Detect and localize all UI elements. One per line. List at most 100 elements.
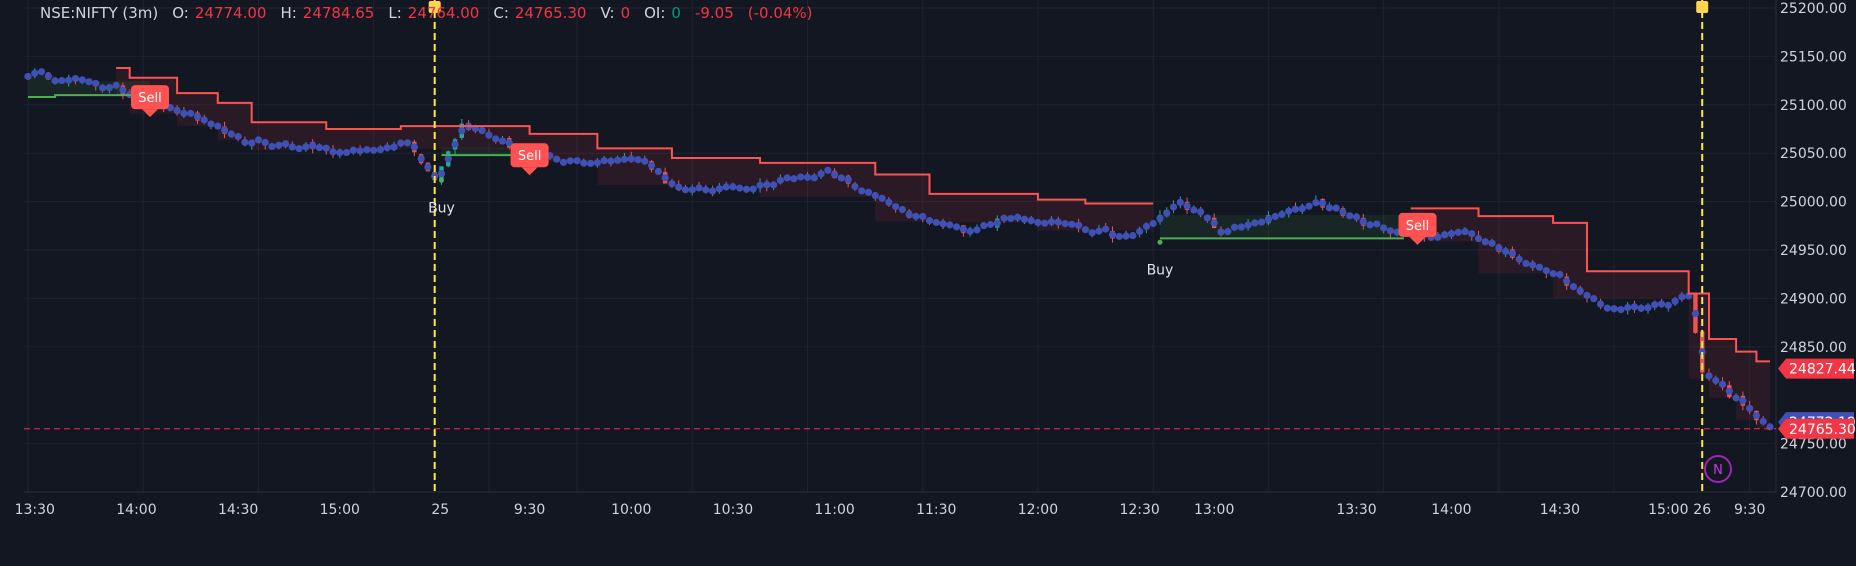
ma-dot bbox=[24, 72, 32, 81]
ma-dot bbox=[1461, 227, 1469, 236]
ma-dot bbox=[681, 186, 690, 194]
ma-dot bbox=[1000, 214, 1008, 222]
ma-dot bbox=[1176, 198, 1184, 206]
ma-dot bbox=[1725, 387, 1733, 395]
ma-dot bbox=[627, 155, 635, 163]
ma-dot bbox=[736, 184, 744, 192]
price-tick-label: 25000.00 bbox=[1780, 195, 1847, 211]
ma-dot bbox=[1163, 209, 1171, 217]
time-tick-label: 13:00 bbox=[1194, 502, 1234, 518]
ma-dot bbox=[37, 68, 46, 76]
ma-dot bbox=[65, 76, 73, 84]
ma-dot bbox=[1319, 199, 1327, 207]
low-label: L: bbox=[388, 4, 402, 22]
ma-dot bbox=[1230, 223, 1239, 231]
ma-dot bbox=[661, 174, 669, 182]
ma-dot bbox=[1122, 232, 1130, 240]
buy-dot bbox=[1157, 239, 1163, 245]
ma-dot bbox=[993, 219, 1001, 227]
ma-dot bbox=[803, 173, 812, 181]
ma-dot bbox=[1068, 220, 1076, 228]
ma-dot bbox=[1576, 287, 1584, 295]
ma-dot bbox=[885, 198, 893, 206]
low-value: 24764.00 bbox=[407, 4, 480, 22]
ma-dot bbox=[1061, 220, 1069, 228]
ma-dot bbox=[1142, 222, 1151, 230]
ma-dot bbox=[214, 122, 222, 130]
ma-dot bbox=[912, 212, 920, 220]
price-tick-label: 24950.00 bbox=[1780, 243, 1847, 259]
ma-dot bbox=[898, 205, 906, 214]
ma-dot bbox=[817, 170, 825, 178]
ma-dot bbox=[1468, 230, 1476, 238]
ma-dot bbox=[1746, 404, 1754, 412]
ma-dot bbox=[234, 132, 242, 141]
buy-label: Buy bbox=[1147, 262, 1174, 278]
ma-dot bbox=[1156, 214, 1164, 223]
ma-dot bbox=[905, 210, 913, 218]
ma-dot bbox=[1271, 212, 1279, 221]
ma-dot bbox=[702, 186, 710, 194]
ma-dot bbox=[275, 141, 283, 149]
time-tick-label: 14:00 bbox=[1431, 502, 1471, 518]
open-value: 24774.00 bbox=[194, 4, 267, 22]
ma-dot bbox=[1258, 218, 1266, 226]
ma-dot bbox=[1617, 306, 1625, 314]
ma-dot bbox=[729, 183, 737, 191]
open-label: O: bbox=[172, 4, 189, 22]
resistance-band-fill bbox=[1586, 271, 1689, 299]
ma-dot bbox=[1718, 380, 1727, 388]
ma-dot bbox=[302, 143, 310, 151]
price-tick-label: 25050.00 bbox=[1780, 146, 1847, 162]
ma-dot bbox=[1705, 372, 1713, 380]
ma-dot bbox=[1129, 231, 1137, 240]
ma-dot bbox=[614, 156, 622, 164]
ma-dot bbox=[248, 139, 256, 147]
ma-dot bbox=[363, 146, 371, 154]
ma-dot bbox=[1041, 219, 1049, 227]
ma-dot bbox=[1210, 219, 1218, 227]
ma-dot bbox=[620, 155, 629, 163]
time-tick-label: 15:00 bbox=[320, 502, 360, 518]
ma-dot bbox=[261, 138, 269, 147]
sell-label: Sell bbox=[518, 149, 541, 164]
ma-dot bbox=[309, 141, 317, 150]
price-tick-label: 25200.00 bbox=[1780, 1, 1847, 17]
ma-dot bbox=[668, 180, 676, 188]
ma-dot bbox=[675, 183, 683, 191]
time-tick-label: 10:00 bbox=[611, 502, 651, 518]
ma-dot bbox=[878, 194, 886, 202]
ma-dot bbox=[790, 175, 798, 183]
ma-dot bbox=[51, 77, 59, 85]
high-value: 24784.65 bbox=[302, 4, 375, 22]
ma-dot bbox=[207, 120, 215, 128]
ma-dot bbox=[1563, 277, 1571, 285]
ma-dot bbox=[749, 185, 757, 193]
ma-dot bbox=[356, 147, 364, 155]
resistance-band-fill bbox=[1688, 293, 1709, 379]
candlestick-chart[interactable]: Sell Buy Sell Buy Sell 25200.00 25150.00 25100… bbox=[0, 0, 1856, 566]
ma-dot bbox=[559, 158, 568, 166]
price-tick-label: 24750.00 bbox=[1780, 437, 1847, 453]
ma-dot bbox=[492, 135, 500, 143]
ma-dot bbox=[119, 86, 127, 94]
ma-dot bbox=[742, 185, 751, 193]
ma-dot bbox=[1007, 214, 1015, 223]
ma-dot bbox=[1014, 213, 1022, 221]
price-tick-label: 25100.00 bbox=[1780, 98, 1847, 114]
ma-dot bbox=[71, 74, 80, 83]
ma-dot bbox=[1312, 199, 1320, 207]
ma-dot bbox=[437, 169, 446, 178]
ma-dot bbox=[187, 109, 195, 117]
resistance-band-fill bbox=[1736, 351, 1757, 421]
change-percent: (-0.04%) bbox=[747, 4, 813, 22]
symbol-label[interactable]: NSE:NIFTY (3m) bbox=[40, 4, 158, 22]
ma-dot bbox=[180, 109, 188, 118]
ma-dot bbox=[1590, 295, 1598, 303]
ma-dot bbox=[1217, 228, 1225, 236]
time-tick-label: 11:00 bbox=[814, 502, 854, 518]
ma-dot bbox=[959, 225, 967, 233]
ma-dot bbox=[1386, 227, 1395, 235]
ma-dot bbox=[1732, 394, 1740, 402]
ma-dot bbox=[1596, 300, 1605, 308]
